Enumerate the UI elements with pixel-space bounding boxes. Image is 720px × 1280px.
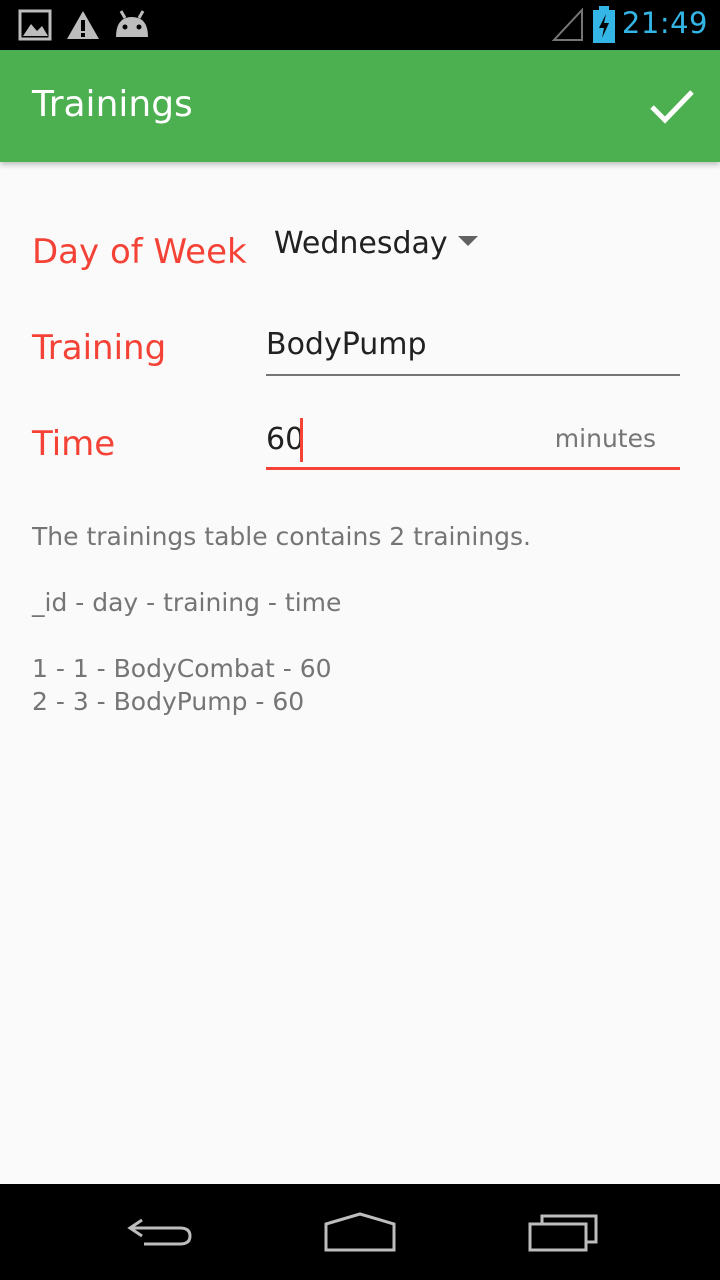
recents-button[interactable] — [524, 1208, 604, 1256]
training-field-container — [266, 318, 680, 376]
confirm-button[interactable] — [646, 80, 698, 132]
time-field[interactable]: 60 minutes — [266, 412, 680, 470]
time-input[interactable]: 60 — [266, 422, 304, 457]
screen: 21:49 Trainings Day of Week Wednesday Tr… — [0, 0, 720, 1280]
signal-icon — [551, 7, 584, 46]
day-of-week-spinner[interactable]: Wednesday — [274, 222, 494, 268]
battery-charging-icon — [592, 6, 616, 48]
check-icon — [650, 90, 694, 124]
training-underline — [266, 374, 680, 376]
trainings-summary: The trainings table contains 2 trainings… — [32, 522, 531, 551]
status-time: 21:49 — [621, 6, 708, 40]
training-label: Training — [32, 328, 167, 368]
day-of-week-value: Wednesday — [274, 226, 448, 261]
app-bar: Trainings — [0, 50, 720, 162]
navigation-bar — [0, 1184, 720, 1280]
back-icon — [127, 1218, 192, 1246]
dropdown-arrow-icon — [458, 236, 478, 246]
training-input[interactable] — [266, 318, 680, 370]
page-title: Trainings — [32, 84, 193, 125]
back-button[interactable] — [120, 1208, 200, 1256]
status-bar: 21:49 — [0, 0, 720, 50]
time-label: Time — [32, 424, 116, 464]
home-icon — [324, 1212, 396, 1252]
image-notification-icon — [18, 9, 52, 45]
table-row: 1 - 1 - BodyCombat - 60 — [32, 654, 332, 683]
android-debug-icon — [112, 9, 152, 45]
text-cursor — [300, 418, 303, 462]
warning-notification-icon — [66, 9, 100, 45]
day-of-week-label: Day of Week — [32, 232, 247, 272]
table-header: _id - day - training - time — [32, 588, 342, 617]
table-row: 2 - 3 - BodyPump - 60 — [32, 687, 305, 716]
recents-icon — [528, 1214, 598, 1252]
home-button[interactable] — [320, 1208, 400, 1256]
time-underline — [266, 467, 680, 470]
time-units-hint: minutes — [554, 424, 656, 453]
